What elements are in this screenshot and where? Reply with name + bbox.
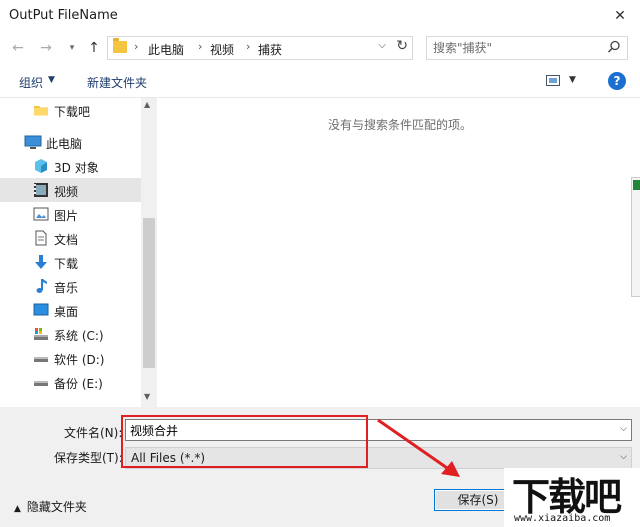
window-title: OutPut FileName [9, 8, 118, 23]
sidebar-item-label: 3D 对象 [54, 161, 99, 175]
sidebar-item-label: 桌面 [54, 305, 79, 319]
help-icon[interactable]: ? [608, 72, 626, 90]
organize-menu[interactable]: 组织 [19, 74, 43, 91]
sidebar-item-drive-d[interactable]: 软件 (D:) [0, 346, 141, 370]
chevron-right-icon[interactable]: › [246, 40, 250, 53]
sidebar-item-label: 视频 [54, 185, 79, 199]
folder-icon [33, 102, 49, 118]
back-arrow-icon[interactable]: ← [8, 38, 28, 58]
breadcrumb-videos[interactable]: 视频 [210, 41, 234, 58]
navigation-pane: 下载吧 此电脑 3D 对象 视频 图片 文档 下载 音乐 桌面 系统 (C:) … [0, 97, 157, 408]
filename-label: 文件名(N): [64, 426, 123, 440]
refresh-icon[interactable]: ↻ [396, 38, 408, 54]
edge-panel-tab [631, 177, 640, 297]
chevron-down-icon[interactable]: ⌵ [620, 424, 627, 434]
hide-folders-toggle[interactable]: ▲ 隐藏文件夹 [14, 498, 87, 515]
recent-locations-chevron-icon[interactable]: ▾ [62, 38, 82, 58]
scrollbar-thumb[interactable] [143, 218, 155, 368]
search-input[interactable] [433, 40, 603, 56]
sidebar-item-label: 系统 (C:) [54, 329, 104, 343]
sidebar-item-downloads[interactable]: 下载 [0, 250, 141, 274]
up-arrow-icon[interactable]: ↑ [84, 38, 104, 58]
sidebar-item-xiazaiba[interactable]: 下载吧 [0, 98, 141, 122]
breadcrumb-captures[interactable]: 捕获 [258, 41, 282, 58]
drive-icon [33, 374, 49, 390]
chevron-right-icon[interactable]: › [198, 40, 202, 53]
filetype-label: 保存类型(T): [54, 451, 123, 465]
sidebar-item-videos[interactable]: 视频 [0, 178, 141, 202]
caret-up-icon: ▲ [14, 504, 21, 514]
chevron-down-icon[interactable]: ⌵ [620, 452, 627, 462]
watermark: 下载吧 www.xiazaiba.com [504, 468, 640, 527]
sidebar-item-this-pc[interactable]: 此电脑 [0, 130, 141, 154]
document-icon [33, 230, 49, 246]
sidebar-item-drive-c[interactable]: 系统 (C:) [0, 322, 141, 346]
hide-folders-label: 隐藏文件夹 [26, 500, 87, 514]
sidebar-item-label: 此电脑 [46, 137, 83, 151]
watermark-url: www.xiazaiba.com [514, 513, 611, 524]
empty-message: 没有与搜索条件匹配的项。 [328, 118, 473, 132]
caret-down-icon[interactable]: ▼ [48, 75, 55, 85]
sidebar-item-label: 音乐 [54, 281, 79, 295]
drive-c-icon [33, 326, 49, 342]
picture-icon [33, 206, 49, 222]
drive-icon [33, 350, 49, 366]
sidebar-item-label: 文档 [54, 233, 79, 247]
view-mode-icon[interactable] [546, 75, 560, 86]
sidebar-item-label: 图片 [54, 209, 79, 223]
sidebar-item-label: 软件 (D:) [54, 353, 105, 367]
close-icon[interactable]: ✕ [606, 4, 634, 28]
search-box[interactable] [426, 36, 628, 60]
sidebar-scrollbar[interactable]: ▲ ▼ [141, 98, 157, 408]
forward-arrow-icon[interactable]: → [36, 38, 56, 58]
chevron-down-icon[interactable]: ⌵ [378, 40, 386, 51]
sidebar-item-label: 下载 [54, 257, 79, 271]
sidebar-item-3d-objects[interactable]: 3D 对象 [0, 154, 141, 178]
sidebar-item-music[interactable]: 音乐 [0, 274, 141, 298]
scroll-up-icon[interactable]: ▲ [144, 100, 150, 109]
new-folder-button[interactable]: 新建文件夹 [87, 74, 147, 91]
scroll-down-icon[interactable]: ▼ [144, 392, 150, 401]
address-bar[interactable]: › 此电脑 › 视频 › 捕获 ⌵ ↻ [107, 36, 413, 60]
music-icon [33, 278, 49, 294]
breadcrumb-this-pc[interactable]: 此电脑 [148, 41, 184, 58]
sidebar-item-pictures[interactable]: 图片 [0, 202, 141, 226]
cube-3d-icon [33, 158, 49, 174]
download-icon [33, 254, 49, 270]
toolbar: 组织 ▼ 新建文件夹 ▼ ? [0, 68, 640, 96]
chevron-right-icon[interactable]: › [134, 40, 138, 53]
navigation-bar: ← → ▾ ↑ › 此电脑 › 视频 › 捕获 ⌵ ↻ [0, 32, 640, 64]
video-icon [33, 182, 49, 198]
caret-down-icon[interactable]: ▼ [569, 75, 576, 85]
folder-icon [113, 38, 127, 53]
file-list[interactable]: 没有与搜索条件匹配的项。 [158, 97, 640, 407]
sidebar-item-label: 下载吧 [54, 105, 91, 119]
sidebar-item-desktop[interactable]: 桌面 [0, 298, 141, 322]
title-bar: OutPut FileName ✕ [0, 0, 640, 32]
desktop-icon [33, 302, 49, 318]
search-icon[interactable] [607, 40, 621, 54]
computer-icon [24, 134, 42, 150]
sidebar-item-label: 备份 (E:) [54, 377, 103, 391]
sidebar-item-drive-e[interactable]: 备份 (E:) [0, 370, 141, 394]
sidebar-item-documents[interactable]: 文档 [0, 226, 141, 250]
annotation-highlight-box [121, 415, 368, 468]
